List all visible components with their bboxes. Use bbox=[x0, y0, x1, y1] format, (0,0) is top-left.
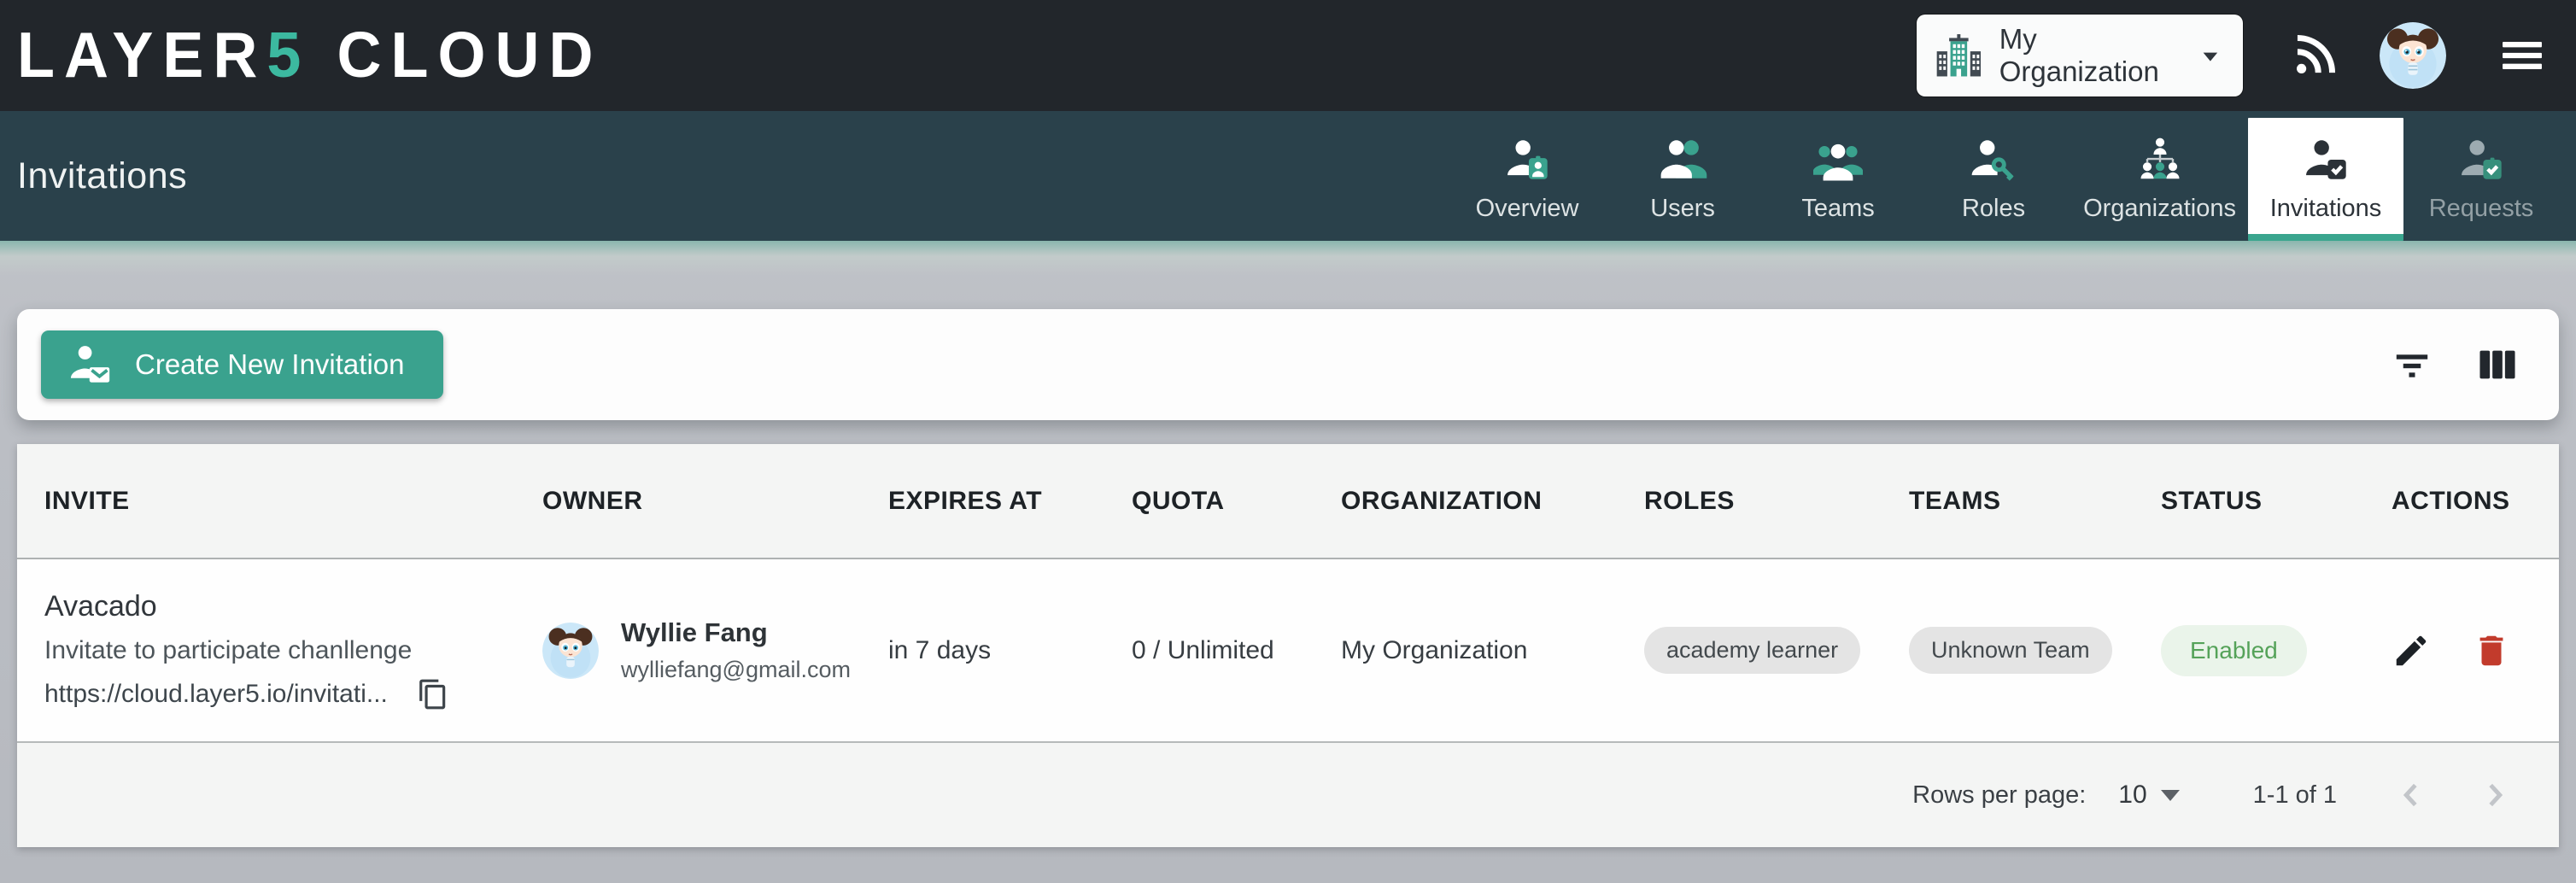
status-badge: Enabled bbox=[2161, 625, 2307, 676]
owner-email: wylliefang@gmail.com bbox=[621, 657, 851, 683]
pagination-range: 1-1 of 1 bbox=[2253, 781, 2337, 810]
expires-at-cell: in 7 days bbox=[888, 636, 1132, 665]
tab-label: Organizations bbox=[2083, 196, 2236, 221]
top-bar: LAYER5 CLOUD My Organization bbox=[0, 0, 2576, 111]
tab-label: Users bbox=[1650, 196, 1715, 221]
invite-description: Invitate to participate chanllenge bbox=[44, 636, 542, 665]
organization-selector[interactable]: My Organization bbox=[1917, 15, 2243, 96]
avatar bbox=[2380, 22, 2446, 89]
tab-users[interactable]: Users bbox=[1605, 111, 1760, 241]
users-icon bbox=[1658, 135, 1707, 184]
column-header-status: STATUS bbox=[2161, 487, 2392, 516]
view-columns-button[interactable] bbox=[2474, 341, 2521, 389]
role-chip: academy learner bbox=[1644, 627, 1860, 674]
tab-roles[interactable]: Roles bbox=[1916, 111, 2071, 241]
organization-cell: My Organization bbox=[1341, 636, 1644, 665]
secondary-nav-bar: Invitations Overview bbox=[0, 111, 2576, 241]
column-header-invite: INVITE bbox=[44, 487, 542, 516]
tab-label: Teams bbox=[1801, 196, 1874, 221]
columns-icon bbox=[2474, 341, 2521, 389]
owner-cell: Wyllie Fang wylliefang@gmail.com bbox=[542, 617, 888, 683]
invitations-person-check-icon bbox=[2301, 135, 2351, 184]
hamburger-icon bbox=[2497, 31, 2547, 80]
user-avatar-button[interactable] bbox=[2380, 22, 2446, 89]
table-toolbar: Create New Invitation bbox=[17, 309, 2559, 420]
copy-icon bbox=[417, 678, 449, 710]
chevron-right-icon bbox=[2475, 775, 2515, 815]
tab-requests[interactable]: Requests bbox=[2403, 111, 2559, 241]
delete-invitation-button[interactable] bbox=[2472, 631, 2511, 670]
status-cell: Enabled bbox=[2161, 625, 2392, 676]
overview-person-badge-icon bbox=[1502, 135, 1552, 184]
table-row: Avacado Invitate to participate chanllen… bbox=[17, 559, 2559, 743]
edit-invitation-button[interactable] bbox=[2392, 631, 2431, 670]
table-header-row: INVITE OWNER EXPIRES AT QUOTA ORGANIZATI… bbox=[17, 444, 2559, 559]
invitations-table: INVITE OWNER EXPIRES AT QUOTA ORGANIZATI… bbox=[17, 444, 2559, 847]
tab-invitations[interactable]: Invitations bbox=[2248, 118, 2403, 241]
table-pagination-footer: Rows per page: 10 1-1 of 1 bbox=[17, 743, 2559, 847]
building-icon bbox=[1934, 29, 1984, 82]
next-page-button[interactable] bbox=[2475, 775, 2515, 815]
column-header-teams: TEAMS bbox=[1909, 487, 2161, 516]
roles-person-key-icon bbox=[1969, 135, 2018, 184]
tab-label: Roles bbox=[1962, 196, 2025, 221]
chevron-down-icon bbox=[2193, 38, 2228, 73]
chevron-left-icon bbox=[2392, 775, 2431, 815]
organizations-hierarchy-icon bbox=[2135, 135, 2185, 184]
person-envelope-icon bbox=[67, 342, 113, 388]
quota-cell: 0 / Unlimited bbox=[1132, 636, 1341, 665]
requests-person-check-icon bbox=[2456, 135, 2506, 184]
filter-button[interactable] bbox=[2388, 341, 2436, 389]
column-header-expires-at: EXPIRES AT bbox=[888, 487, 1132, 516]
invite-cell: Avacado Invitate to participate chanllen… bbox=[44, 590, 542, 710]
broadcast-button[interactable] bbox=[2291, 32, 2339, 79]
rows-per-page-select[interactable]: 10 bbox=[2118, 781, 2179, 810]
layer5-cloud-logo[interactable]: LAYER5 CLOUD bbox=[17, 20, 602, 91]
copy-link-button[interactable] bbox=[417, 678, 449, 710]
tab-label: Overview bbox=[1476, 196, 1579, 221]
teams-cell: Unknown Team bbox=[1909, 627, 2161, 674]
filter-icon bbox=[2388, 341, 2436, 389]
previous-page-button[interactable] bbox=[2392, 775, 2431, 815]
rows-per-page-value: 10 bbox=[2118, 781, 2146, 810]
tab-label: Invitations bbox=[2270, 196, 2382, 221]
logo-text: LAYER5 CLOUD bbox=[17, 19, 602, 91]
column-header-roles: ROLES bbox=[1644, 487, 1909, 516]
trash-icon bbox=[2472, 631, 2511, 670]
column-header-organization: ORGANIZATION bbox=[1341, 487, 1644, 516]
tab-organizations[interactable]: Organizations bbox=[2071, 111, 2248, 241]
create-new-invitation-label: Create New Invitation bbox=[135, 348, 404, 381]
caret-down-icon bbox=[2161, 790, 2180, 801]
column-header-owner: OWNER bbox=[542, 487, 888, 516]
organization-selector-label: My Organization bbox=[1999, 23, 2194, 88]
owner-name: Wyllie Fang bbox=[621, 617, 851, 648]
team-chip: Unknown Team bbox=[1909, 627, 2112, 674]
nav-bottom-gradient bbox=[0, 241, 2576, 275]
create-new-invitation-button[interactable]: Create New Invitation bbox=[41, 330, 443, 399]
rss-icon bbox=[2291, 32, 2339, 79]
hamburger-menu-button[interactable] bbox=[2497, 31, 2547, 80]
page-title: Invitations bbox=[17, 155, 187, 197]
tab-label: Requests bbox=[2429, 196, 2534, 221]
owner-avatar bbox=[542, 623, 599, 679]
tab-teams[interactable]: Teams bbox=[1760, 111, 1916, 241]
nav-tabs: Overview Users bbox=[1449, 111, 2559, 241]
actions-cell bbox=[2392, 631, 2532, 670]
invite-name: Avacado bbox=[44, 590, 542, 623]
column-header-quota: QUOTA bbox=[1132, 487, 1341, 516]
invite-link: https://cloud.layer5.io/invitati... bbox=[44, 680, 388, 709]
roles-cell: academy learner bbox=[1644, 627, 1909, 674]
teams-icon bbox=[1813, 135, 1863, 184]
pencil-icon bbox=[2392, 631, 2431, 670]
column-header-actions: ACTIONS bbox=[2392, 487, 2532, 516]
tab-overview[interactable]: Overview bbox=[1449, 111, 1605, 241]
rows-per-page-label: Rows per page: bbox=[1912, 781, 2086, 810]
